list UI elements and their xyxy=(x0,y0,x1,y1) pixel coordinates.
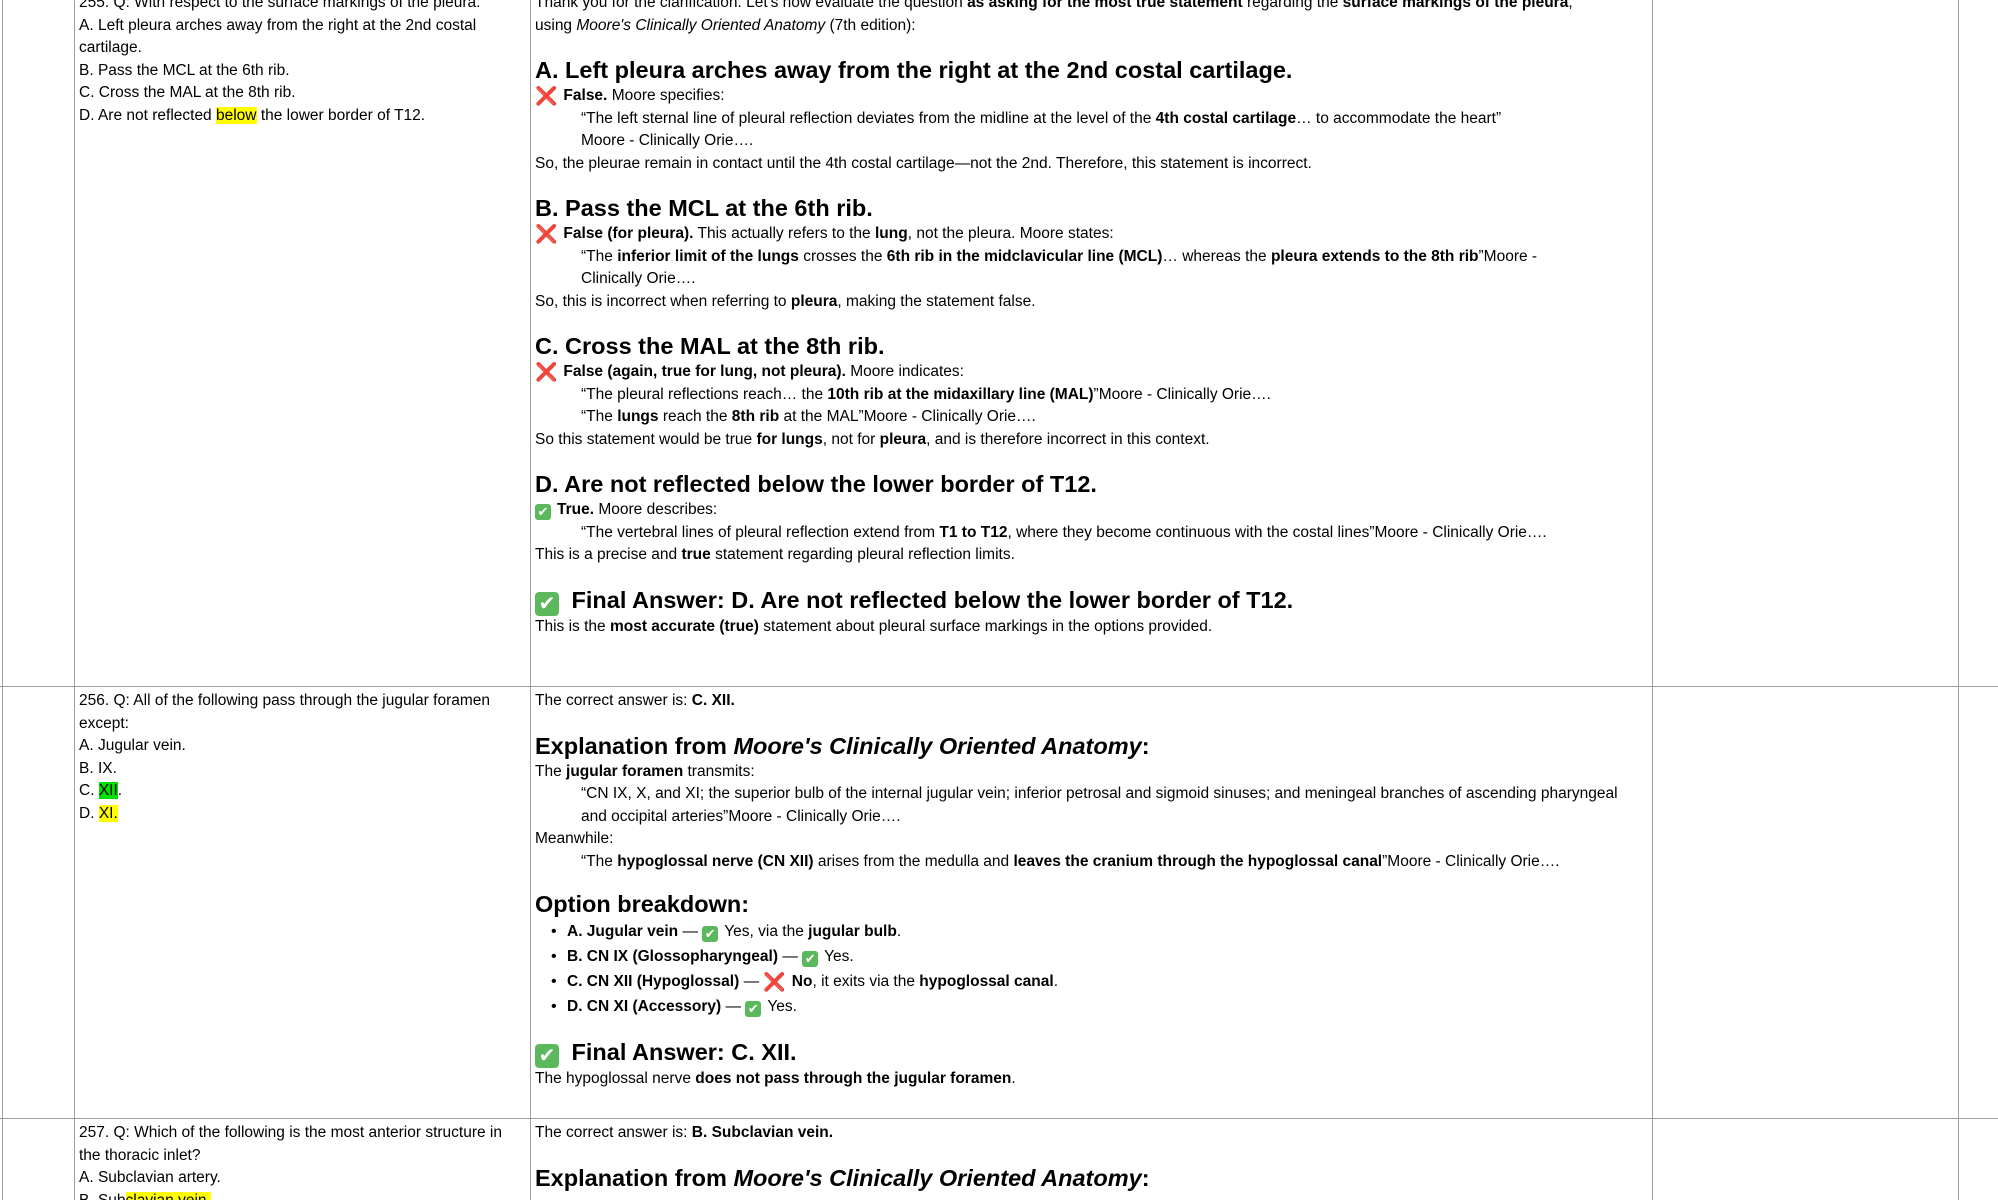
quote: “The left sternal line of pleural reflec… xyxy=(581,109,1502,127)
option-b: B. Pass the MCL at the 6th rib. xyxy=(79,61,290,79)
highlight: XII xyxy=(98,782,118,799)
explanation-heading: Explanation from Moore's Clinically Orie… xyxy=(535,732,1150,759)
correct-answer: The correct answer is: C. XII. xyxy=(535,692,735,709)
question-cell-256[interactable]: 256. Q: All of the following pass throug… xyxy=(79,690,517,1118)
check-icon: ✔ xyxy=(745,1001,762,1017)
final-note: This is the most accurate (true) stateme… xyxy=(535,617,1213,635)
note: So this statement would be true for lung… xyxy=(535,430,1210,448)
highlight: below xyxy=(216,106,257,124)
text: The jugular foramen transmits: xyxy=(535,762,755,780)
heading-option-d: D. Are not reflected below the lower bor… xyxy=(535,471,1097,497)
spreadsheet: 255. Q: With respect to the surface mark… xyxy=(0,0,1998,1200)
gridline xyxy=(1958,0,1959,1200)
gridline xyxy=(2,0,3,1200)
option-a: A. Left pleura arches away from the righ… xyxy=(79,16,477,57)
highlight: XI. xyxy=(98,804,118,822)
cross-icon: ❌ xyxy=(535,362,558,382)
check-icon: ✔ xyxy=(535,1044,559,1068)
verdict: ❌ False. Moore specifies: xyxy=(535,86,725,106)
cross-icon: ❌ xyxy=(535,86,558,106)
heading-option-c: C. Cross the MAL at the 8th rib. xyxy=(535,333,885,359)
list-item: D. CN XI (Accessory) — ✔Yes. xyxy=(535,994,1645,1019)
verdict: ❌ False (again, true for lung, not pleura… xyxy=(535,362,964,382)
question-stem: 255. Q: With respect to the surface mark… xyxy=(79,0,481,11)
breakdown-heading: Option breakdown: xyxy=(535,891,750,917)
gridline xyxy=(530,0,531,1200)
cross-icon: ❌ xyxy=(763,972,786,992)
question-stem: 256. Q: All of the following pass throug… xyxy=(79,692,490,732)
option-d: D. Are not reflected below the lower bor… xyxy=(79,106,426,124)
text: Meanwhile: xyxy=(535,830,614,847)
note: So, the pleurae remain in contact until … xyxy=(535,154,1312,172)
highlight: clavian vein. xyxy=(125,1191,211,1200)
gridline xyxy=(0,686,1998,687)
verdict: ✔ True. Moore describes: xyxy=(535,499,1645,522)
intro-text: using Moore's Clinically Oriented Anatom… xyxy=(535,16,916,34)
heading-option-b: B. Pass the MCL at the 6th rib. xyxy=(535,195,873,221)
option-c: C. Cross the MAL at the 8th rib. xyxy=(79,84,296,101)
final-answer-heading: ✔ Final Answer: D. Are not reflected bel… xyxy=(535,585,1645,616)
verdict: ❌ False (for pleura). This actually refer… xyxy=(535,224,1114,244)
option-a: A. Jugular vein. xyxy=(79,737,186,754)
option-d: D. XI. xyxy=(79,804,118,822)
check-icon: ✔ xyxy=(535,504,551,520)
check-icon: ✔ xyxy=(802,951,819,967)
list-item: A. Jugular vein — ✔Yes, via the jugular … xyxy=(535,919,1645,944)
note: This is a precise and true statement reg… xyxy=(535,546,1015,563)
note: So, this is incorrect when referring to … xyxy=(535,292,1036,310)
answer-cell-257[interactable]: The correct answer is: B. Subclavian vei… xyxy=(535,1122,1645,1200)
citation: Moore - Clinically Orie…. xyxy=(581,132,754,149)
list-item: C. CN XII (Hypoglossal) — ❌No, it exits … xyxy=(535,969,1645,994)
intro-text: Thank you for the clarification. Let's n… xyxy=(535,0,1573,11)
option-b: B. IX. xyxy=(79,759,117,777)
explanation-heading: Explanation from Moore's Clinically Orie… xyxy=(535,1164,1150,1191)
heading-option-a: A. Left pleura arches away from the righ… xyxy=(535,57,1293,83)
check-icon: ✔ xyxy=(535,591,559,616)
gridline xyxy=(0,1118,1998,1119)
question-stem: 257. Q: Which of the following is the mo… xyxy=(79,1124,502,1164)
option-breakdown-list: A. Jugular vein — ✔Yes, via the jugular … xyxy=(535,919,1645,1019)
quote: “The inferior limit of the lungs crosses… xyxy=(581,247,1538,288)
quote: “The vertebral lines of pleural reflecti… xyxy=(581,523,1547,541)
cross-icon: ❌ xyxy=(535,224,558,244)
correct-answer: The correct answer is: B. Subclavian vei… xyxy=(535,1124,834,1141)
answer-cell-256[interactable]: The correct answer is: C. XII. Explanati… xyxy=(535,690,1645,1118)
quote: “The pleural reflections reach… the 10th… xyxy=(581,385,1271,403)
option-b: B. Subclavian vein. xyxy=(79,1190,517,1200)
question-cell-255[interactable]: 255. Q: With respect to the surface mark… xyxy=(79,0,517,686)
final-note: The hypoglossal nerve does not pass thro… xyxy=(535,1070,1016,1087)
option-c: C. XII. xyxy=(79,782,123,799)
quote: “The hypoglossal nerve (CN XII) arises f… xyxy=(581,852,1560,870)
answer-cell-255[interactable]: Thank you for the clarification. Let's n… xyxy=(535,0,1645,686)
quote: “CN IX, X, and XI; the superior bulb of … xyxy=(581,785,1618,825)
option-a: A. Subclavian artery. xyxy=(79,1169,221,1186)
list-item: B. CN IX (Glossopharyngeal) — ✔Yes. xyxy=(535,944,1645,969)
question-cell-257[interactable]: 257. Q: Which of the following is the mo… xyxy=(79,1122,517,1200)
final-answer-heading: ✔ Final Answer: C. XII. xyxy=(535,1037,1645,1068)
quote: “The lungs reach the 8th rib at the MAL”… xyxy=(581,408,1036,425)
check-icon: ✔ xyxy=(702,926,719,942)
gridline xyxy=(1652,0,1653,1200)
gridline xyxy=(74,0,75,1200)
